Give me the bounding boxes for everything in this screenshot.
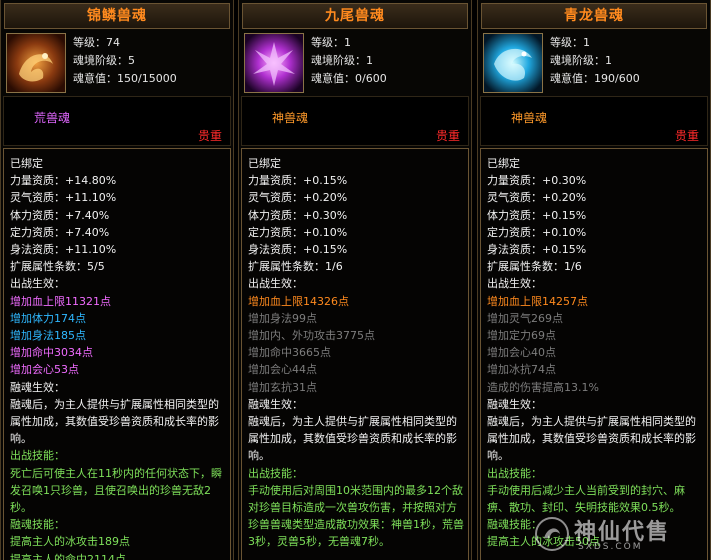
card-title: 青龙兽魂 xyxy=(481,3,707,29)
attribute-line: 增加玄抗31点 xyxy=(248,380,317,394)
beast-soul-card-2: 九尾兽魂 等级：1 魂境阶级：1 魂意值：0/600 神兽魂 贵重 已绑定力量资… xyxy=(238,0,472,560)
attribute-line: 力量资质：+0.30% xyxy=(487,174,587,188)
attribute-line: 已绑定 xyxy=(248,157,281,170)
attribute-line: 出战生效： xyxy=(487,277,542,291)
attribute-line: 出战技能： xyxy=(487,466,542,480)
attribute-line: 出战生效： xyxy=(248,277,303,291)
attribute-line: 扩展属性条数：1/6 xyxy=(487,260,582,274)
attribute-line: 出战技能： xyxy=(248,466,303,480)
soul-info: 等级：1 魂境阶级：1 魂意值：0/600 xyxy=(311,34,467,88)
attribute-line: 死亡后可使主人在11秒内的任何状态下，瞬发召唤1只珍兽，且使召唤出的珍兽无敌2秒… xyxy=(10,466,222,515)
rarity-label: 神兽魂 xyxy=(511,111,548,125)
rarity-block: 神兽魂 贵重 xyxy=(480,96,708,146)
level-text: 等级：74 xyxy=(73,36,120,49)
attribute-line: 增加命中3665点 xyxy=(248,346,331,360)
soul-info: 等级：74 魂境阶级：5 魂意值：150/15000 xyxy=(73,34,229,88)
attribute-line: 体力资质：+0.30% xyxy=(248,208,348,222)
attribute-line: 已绑定 xyxy=(487,157,520,170)
attribute-line: 力量资质：+0.15% xyxy=(248,174,348,188)
attribute-line: 增加内、外功攻击3775点 xyxy=(248,329,375,343)
card-title: 九尾兽魂 xyxy=(242,3,468,29)
attribute-line: 增加体力174点 xyxy=(10,311,86,325)
attribute-line: 体力资质：+0.15% xyxy=(487,208,587,222)
attribute-line: 融魂后，为主人提供与扩展属性相同类型的属性加成，其数值受珍兽资质和成长率的影响。 xyxy=(10,397,219,446)
level-text: 等级：1 xyxy=(550,36,590,49)
realm-text: 魂境阶级：5 xyxy=(73,54,135,67)
attribute-line: 出战技能： xyxy=(10,449,65,463)
attribute-line: 提高主人的命中2114点 xyxy=(10,552,126,560)
attribute-line: 增加灵气269点 xyxy=(487,311,563,325)
attribute-line: 灵气资质：+0.20% xyxy=(248,191,348,205)
attribute-line: 身法资质：+0.15% xyxy=(248,243,348,257)
attribute-line: 扩展属性条数：5/5 xyxy=(10,260,105,274)
attribute-line: 融魂后，为主人提供与扩展属性相同类型的属性加成，其数值受珍兽资质和成长率的影响。 xyxy=(487,415,696,463)
quality-label: 贵重 xyxy=(435,129,460,143)
attribute-line: 身法资质：+0.15% xyxy=(487,243,587,257)
soul-info: 等级：1 魂境阶级：1 魂意值：190/600 xyxy=(550,34,706,88)
attribute-line: 融魂生效： xyxy=(487,397,542,411)
attribute-line: 融魂生效： xyxy=(10,380,65,394)
attribute-line: 定力资质：+0.10% xyxy=(487,225,587,239)
attribute-line: 增加会心40点 xyxy=(487,346,556,360)
attribute-line: 手动使用后对周围10米范围内的最多12个敌对珍兽目标造成一次兽攻伤害，并按照对方… xyxy=(248,483,464,549)
attribute-line: 出战生效： xyxy=(10,277,65,291)
soul-value-text: 魂意值：150/15000 xyxy=(73,72,177,85)
quality-label: 贵重 xyxy=(197,129,222,143)
attribute-line: 增加冰抗74点 xyxy=(487,363,556,377)
attribute-line: 造成的伤害提高13.1% xyxy=(487,380,599,394)
rarity-block: 神兽魂 贵重 xyxy=(241,96,469,146)
soul-value-text: 魂意值：0/600 xyxy=(311,72,387,85)
attribute-line: 定力资质：+0.10% xyxy=(248,225,348,239)
soul-value-text: 魂意值：190/600 xyxy=(550,72,640,85)
beast-soul-icon[interactable] xyxy=(483,33,543,93)
watermark-url: SXDS.COM xyxy=(578,542,643,552)
attribute-line: 定力资质：+7.40% xyxy=(10,225,110,239)
attribute-line: 体力资质：+7.40% xyxy=(10,208,110,222)
attribute-line: 融魂后，为主人提供与扩展属性相同类型的属性加成，其数值受珍兽资质和成长率的影响。 xyxy=(248,415,457,463)
attribute-line: 灵气资质：+11.10% xyxy=(10,191,117,205)
attribute-line: 增加血上限14326点 xyxy=(248,294,349,308)
quality-label: 贵重 xyxy=(674,129,699,143)
rarity-label: 荒兽魂 xyxy=(34,111,71,125)
attribute-list: 已绑定力量资质：+0.15% 灵气资质：+0.20% 体力资质：+0.30% 定力资质… xyxy=(241,148,469,560)
attribute-list: 已绑定力量资质：+0.30% 灵气资质：+0.20% 体力资质：+0.15% 定力资质… xyxy=(480,148,708,560)
beast-soul-card-3: 青龙兽魂 等级：1 魂境阶级：1 魂意值：190/600 神兽魂 贵重 已绑定力… xyxy=(477,0,711,560)
attribute-line: 融魂技能： xyxy=(10,518,65,532)
attribute-line: 已绑定 xyxy=(10,157,43,170)
level-text: 等级：1 xyxy=(311,36,351,49)
attribute-line: 身法资质：+11.10% xyxy=(10,243,117,257)
card-title: 锦鳞兽魂 xyxy=(4,3,230,29)
realm-text: 魂境阶级：1 xyxy=(311,54,373,67)
beast-soul-icon[interactable] xyxy=(6,33,66,93)
attribute-line: 增加血上限11321点 xyxy=(10,294,111,308)
attribute-line: 提高主人的冰攻击189点 xyxy=(10,535,130,549)
beast-soul-card-1: 锦鳞兽魂 等级：74 魂境阶级：5 魂意值：150/15000 荒兽魂 贵重 已… xyxy=(0,0,234,560)
attribute-line: 融魂生效： xyxy=(248,397,303,411)
rarity-block: 荒兽魂 贵重 xyxy=(3,96,231,146)
attribute-line: 力量资质：+14.80% xyxy=(10,174,117,188)
attribute-line: 增加血上限14257点 xyxy=(487,294,588,308)
attribute-line: 增加身法99点 xyxy=(248,311,317,325)
attribute-line: 增加身法185点 xyxy=(10,329,86,343)
site-watermark: 神仙代售 SXDS.COM xyxy=(534,514,704,554)
attribute-list: 已绑定力量资质：+14.80% 灵气资质：+11.10% 体力资质：+7.40% 定力… xyxy=(3,148,231,560)
attribute-line: 增加会心44点 xyxy=(248,363,317,377)
attribute-line: 增加定力69点 xyxy=(487,329,556,343)
realm-text: 魂境阶级：1 xyxy=(550,54,612,67)
attribute-line: 增加会心53点 xyxy=(10,363,79,377)
watermark-logo-icon xyxy=(535,517,569,551)
rarity-label: 神兽魂 xyxy=(272,111,309,125)
attribute-line: 扩展属性条数：1/6 xyxy=(248,260,343,274)
beast-soul-icon[interactable] xyxy=(244,33,304,93)
attribute-line: 灵气资质：+0.20% xyxy=(487,191,587,205)
attribute-line: 增加命中3034点 xyxy=(10,346,93,360)
attribute-line: 手动使用后减少主人当前受到的封穴、麻痹、散功、封印、失明技能效果0.5秒。 xyxy=(487,483,685,515)
